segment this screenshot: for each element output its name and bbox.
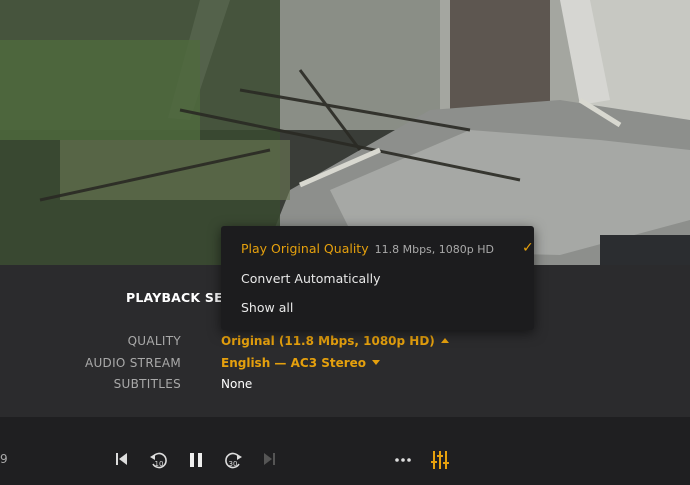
subtitles-label: SUBTITLES xyxy=(113,377,181,391)
panel-title: PLAYBACK SETTINGS xyxy=(126,290,224,305)
skip-next-icon[interactable] xyxy=(262,451,278,467)
forward-seconds: 30 xyxy=(229,460,238,468)
time-elapsed: 9 xyxy=(0,452,8,466)
menu-item-detail: 11.8 Mbps, 1080p HD xyxy=(374,243,494,256)
skip-previous-icon[interactable] xyxy=(113,451,129,467)
replay-10-icon[interactable]: 10 xyxy=(148,449,170,471)
quality-label: QUALITY xyxy=(127,334,181,348)
subtitles-select[interactable]: None xyxy=(221,377,252,391)
replay-seconds: 10 xyxy=(155,460,164,468)
menu-item-label: Convert Automatically xyxy=(241,271,381,286)
quality-select[interactable]: Original (11.8 Mbps, 1080p HD) xyxy=(221,334,449,348)
menu-item-play-original[interactable]: Play Original Quality 11.8 Mbps, 1080p HD… xyxy=(241,240,534,256)
forward-30-icon[interactable]: 30 xyxy=(222,449,244,471)
audio-stream-label: AUDIO STREAM xyxy=(84,356,181,370)
audio-settings-icon[interactable] xyxy=(431,450,449,470)
menu-item-show-all[interactable]: Show all xyxy=(241,300,293,315)
subtitles-value: None xyxy=(221,377,253,391)
quality-menu: Play Original Quality 11.8 Mbps, 1080p HD… xyxy=(221,226,534,330)
quality-value: Original (11.8 Mbps, 1080p HD) xyxy=(221,334,435,348)
pause-icon[interactable] xyxy=(188,452,204,468)
audio-stream-value: English — AC3 Stereo xyxy=(221,356,367,370)
menu-item-label: Play Original Quality xyxy=(241,241,369,256)
caret-down-icon xyxy=(372,360,381,365)
more-icon[interactable] xyxy=(394,452,412,468)
check-icon: ✓ xyxy=(522,240,534,256)
menu-item-label: Show all xyxy=(241,300,294,315)
player-controls-bar xyxy=(0,417,690,485)
menu-item-convert-automatically[interactable]: Convert Automatically xyxy=(241,271,381,286)
caret-up-icon xyxy=(440,338,449,343)
audio-stream-select[interactable]: English — AC3 Stereo xyxy=(221,356,381,370)
